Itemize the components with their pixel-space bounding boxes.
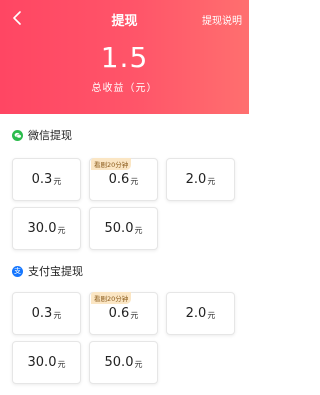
- option-value: 2.0: [185, 306, 207, 321]
- total-earnings-label: 总收益（元）: [91, 83, 158, 94]
- option-value: 0.3: [31, 172, 53, 187]
- option-unit: 元: [134, 359, 143, 369]
- wechat-icon: [12, 129, 23, 141]
- option-value: 30.0: [27, 355, 57, 370]
- wechat-option-1[interactable]: 看剧20分钟 0.6 元: [89, 158, 158, 201]
- option-value: 0.3: [31, 306, 53, 321]
- wechat-section-label: 微信提现: [28, 129, 72, 142]
- option-value: 0.6: [108, 306, 130, 321]
- option-unit: 元: [57, 359, 66, 369]
- option-value: 0.6: [108, 172, 130, 187]
- alipay-option-2[interactable]: 2.0 元: [166, 292, 235, 335]
- task-badge: 看剧20分钟: [91, 158, 132, 170]
- option-value: 50.0: [104, 355, 134, 370]
- option-unit: 元: [130, 310, 139, 320]
- alipay-option-4[interactable]: 50.0 元: [89, 341, 158, 384]
- withdraw-explain-link[interactable]: 提现说明: [202, 12, 242, 27]
- alipay-section-title: 支 支付宝提现: [12, 263, 83, 279]
- wechat-option-0[interactable]: 0.3 元: [12, 158, 81, 201]
- option-unit: 元: [57, 225, 66, 235]
- option-unit: 元: [207, 310, 216, 320]
- option-unit: 元: [134, 225, 143, 235]
- option-unit: 元: [130, 176, 139, 186]
- option-unit: 元: [53, 310, 62, 320]
- header: 提现 提现说明 1.5 总收益（元）: [0, 0, 249, 114]
- wechat-option-3[interactable]: 30.0 元: [12, 207, 81, 250]
- option-value: 30.0: [27, 221, 57, 236]
- total-earnings-amount: 1.5: [100, 41, 149, 74]
- alipay-section-label: 支付宝提现: [28, 265, 83, 278]
- wechat-option-4[interactable]: 50.0 元: [89, 207, 158, 250]
- alipay-option-1[interactable]: 看剧20分钟 0.6 元: [89, 292, 158, 335]
- option-unit: 元: [207, 176, 216, 186]
- alipay-icon: 支: [12, 265, 23, 277]
- wechat-option-2[interactable]: 2.0 元: [166, 158, 235, 201]
- option-value: 50.0: [104, 221, 134, 236]
- alipay-option-3[interactable]: 30.0 元: [12, 341, 81, 384]
- option-value: 2.0: [185, 172, 207, 187]
- alipay-option-0[interactable]: 0.3 元: [12, 292, 81, 335]
- task-badge: 看剧20分钟: [91, 292, 132, 304]
- option-unit: 元: [53, 176, 62, 186]
- wechat-section-title: 微信提现: [12, 127, 72, 143]
